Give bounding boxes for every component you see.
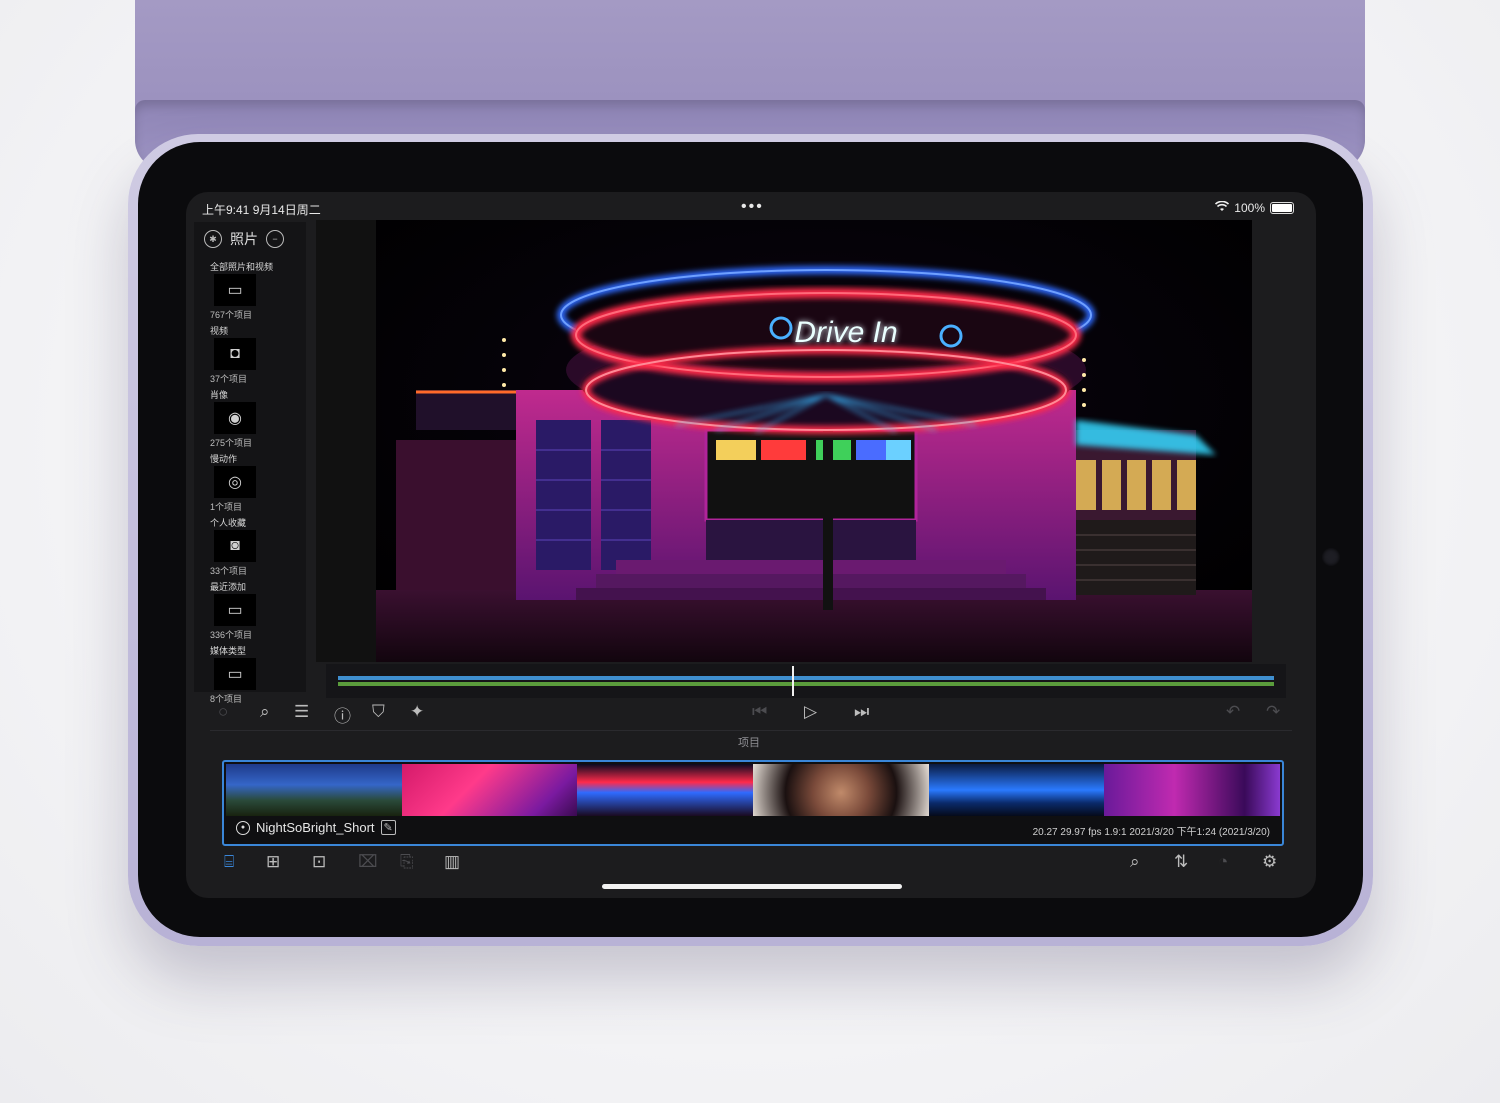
neon-sign-text: Drive In <box>794 316 897 349</box>
video-track <box>338 676 1274 680</box>
slowmo-icon: ◎ <box>214 466 256 498</box>
zoom-search-icon[interactable]: ⌕ <box>1130 852 1140 872</box>
album-title: 视频 <box>210 326 229 336</box>
filmstrip <box>226 764 1281 816</box>
wifi-icon <box>1215 200 1230 215</box>
project-name: NightSoBright_Short <box>256 820 375 835</box>
audio-track <box>338 682 1274 686</box>
media-types-icon: ▭ <box>214 658 256 690</box>
sort-icon[interactable]: ⇅ <box>1174 852 1188 872</box>
project-clip[interactable]: ● NightSoBright_Short ✎ 20.27 29.97 fps … <box>222 760 1284 846</box>
timeline-scrubber[interactable] <box>326 664 1286 698</box>
app-screen: 上午9:41 9月14日周二 ••• 100% ✱ 照片 − 全部照片和视频 ▭ 7… <box>186 192 1316 898</box>
settings-gear-icon[interactable]: ✱ <box>204 230 222 248</box>
play-icon[interactable]: ▷ <box>804 702 817 722</box>
album-item[interactable]: 视频 ◘ 37个项目 <box>194 320 306 384</box>
radio-icon[interactable]: ● <box>236 820 250 835</box>
audio-icon[interactable]: ◔ <box>1218 852 1228 872</box>
undo-icon[interactable]: ↶ <box>1226 702 1240 722</box>
filter-icon[interactable]: ☰ <box>294 702 309 722</box>
favorites-icon: ◙ <box>214 530 256 562</box>
album-title: 个人收藏 <box>210 518 247 528</box>
shield-icon[interactable]: ⛉ <box>372 702 385 722</box>
album-count: 37个项目 <box>210 374 248 384</box>
drive-in-preview-image: Drive In Drive In <box>376 220 1252 662</box>
battery-icon <box>1270 202 1294 214</box>
status-right: 100% <box>1215 200 1294 215</box>
collapse-icon[interactable]: − <box>266 230 284 248</box>
album-count: 767个项目 <box>210 310 253 320</box>
search-icon[interactable]: ⌕ <box>260 702 270 722</box>
frame-pink-sign <box>401 764 578 816</box>
album-count: 275个项目 <box>210 438 253 448</box>
album-item[interactable]: 最近添加 ▭ 336个项目 <box>194 576 306 640</box>
album-title: 全部照片和视频 <box>210 262 274 272</box>
project-name-row: ● NightSoBright_Short ✎ <box>236 820 396 835</box>
album-title: 肖像 <box>210 390 229 400</box>
magic-wand-icon[interactable]: ✦ <box>410 702 424 722</box>
sidebar-header: ✱ 照片 − <box>194 222 306 256</box>
project-section-label: 项目 <box>738 737 760 749</box>
album-count: 33个项目 <box>210 566 248 576</box>
settings-icon[interactable]: ⚙ <box>1262 852 1277 872</box>
album-count: 336个项目 <box>210 630 253 640</box>
video-camera-icon: ◘ <box>214 338 256 370</box>
controls-separator <box>210 730 1292 731</box>
frame-drive-in <box>577 764 754 816</box>
viewer-left-gutter <box>316 220 376 662</box>
trim-icon[interactable]: ⌧ <box>358 852 378 872</box>
photos-sidebar: ✱ 照片 − 全部照片和视频 ▭ 767个项目 视频 ◘ 37个项目肖像 ◉ 275个项目 慢动… <box>194 222 306 704</box>
album-item[interactable]: 肖像 ◉ 275个项目 <box>194 384 306 448</box>
playhead[interactable] <box>792 666 794 696</box>
split-view-icon[interactable]: ▥ <box>444 852 460 872</box>
front-camera <box>1322 548 1340 566</box>
album-title: 慢动作 <box>210 454 238 464</box>
status-time: 上午9:41 9月14日周二 <box>202 203 321 217</box>
album-count: 1个项目 <box>210 502 243 512</box>
video-preview[interactable]: Drive In Drive In <box>376 220 1252 662</box>
album-list: 全部照片和视频 ▭ 767个项目 视频 ◘ 37个项目 肖像 ◉ 275个项目 慢动作 ◎ 1个项目个… <box>194 256 306 704</box>
recent-folder-icon: ▭ <box>214 594 256 626</box>
info-icon[interactable]: ⓘ <box>334 702 351 727</box>
edit-icon[interactable]: ✎ <box>380 820 396 835</box>
skip-forward-icon[interactable]: ⏭ <box>854 702 869 722</box>
folder-icon: ▭ <box>214 274 256 306</box>
multitasking-dots[interactable]: ••• <box>741 198 764 216</box>
library-icon[interactable]: ⌸ <box>224 852 234 872</box>
album-item[interactable]: 媒体类型 ▭ 8个项目 <box>194 640 306 704</box>
frame-blue-light <box>928 764 1105 816</box>
battery-percent: 100% <box>1234 201 1265 215</box>
album-title: 最近添加 <box>210 582 247 592</box>
sidebar-title: 照片 <box>230 231 258 247</box>
export-icon[interactable]: ⎘ <box>400 852 414 872</box>
frame-portrait <box>753 764 929 816</box>
skip-back-icon[interactable]: ⏮ <box>752 702 767 722</box>
frame-palms <box>226 764 402 816</box>
album-item[interactable]: 个人收藏 ◙ 33个项目 <box>194 512 306 576</box>
album-item[interactable]: 全部照片和视频 ▭ 767个项目 <box>194 256 306 320</box>
redo-icon[interactable]: ↷ <box>1266 702 1280 722</box>
add-clip-icon[interactable]: ⊞ <box>266 852 280 872</box>
home-indicator[interactable] <box>602 884 902 889</box>
undo-circle-icon[interactable]: ○ <box>218 702 228 722</box>
album-item[interactable]: 慢动作 ◎ 1个项目 <box>194 448 306 512</box>
frame-purple-building <box>1104 764 1281 816</box>
project-metadata: 20.27 29.97 fps 1.9:1 2021/3/20 下午1:24 (… <box>1032 827 1270 838</box>
status-bar: 上午9:41 9月14日周二 ••• 100% <box>186 192 1316 222</box>
camera-icon: ◉ <box>214 402 256 434</box>
album-title: 媒体类型 <box>210 646 247 656</box>
insert-icon[interactable]: ⊡ <box>312 852 326 872</box>
